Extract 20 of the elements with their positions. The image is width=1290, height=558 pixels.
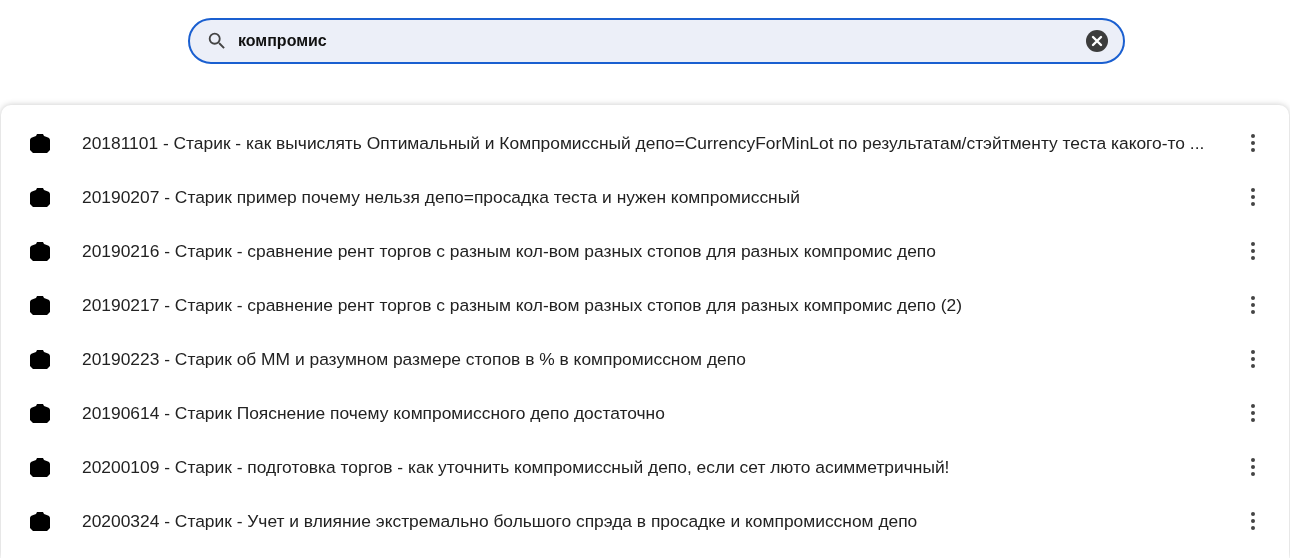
clear-icon[interactable]	[1085, 29, 1109, 53]
more-icon[interactable]	[1251, 188, 1255, 206]
result-title[interactable]: 20190216 - Старик - сравнение рент торгов с разным кол-вом разных стопов для разных компромис депо	[82, 240, 1221, 262]
result-title[interactable]: 20190207 - Старик пример почему нельзя депо=просадка теста и нужен компромиссный	[82, 186, 1221, 208]
search-input[interactable]: компромис	[238, 29, 1075, 53]
more-icon[interactable]	[1251, 350, 1255, 368]
more-icon[interactable]	[1251, 458, 1255, 476]
result-title[interactable]: 20190217 - Старик - сравнение рент торгов с разным кол-вом разных стопов для разных компромис депо (2)	[82, 294, 1221, 316]
result-title[interactable]: 20200109 - Старик - подготовка торгов - как уточнить компромиссный депо, если сет люто асимметричный!	[82, 456, 1221, 478]
more-icon[interactable]	[1251, 512, 1255, 530]
result-title[interactable]: 20190223 - Старик об ММ и разумном размере стопов в % в компромиссном депо	[82, 348, 1221, 370]
search-field[interactable]: компромис	[188, 18, 1125, 64]
result-title[interactable]: 20181101 - Старик - как вычислять Оптимальный и Компромиссный депо=CurrencyForMinLot по результатам/стэйтменту теста какого-то ...	[82, 132, 1221, 154]
more-icon[interactable]	[1251, 134, 1255, 152]
result-title[interactable]: 20190614 - Старик Пояснение почему компромиссного депо достаточно	[82, 402, 1221, 424]
more-icon[interactable]	[1251, 404, 1255, 422]
result-title[interactable]: 20200324 - Старик - Учет и влияние экстремально большого спрэда в просадке и компромиссном депо	[82, 510, 1221, 532]
search-icon	[206, 30, 228, 52]
more-icon[interactable]	[1251, 242, 1255, 260]
more-icon[interactable]	[1251, 296, 1255, 314]
